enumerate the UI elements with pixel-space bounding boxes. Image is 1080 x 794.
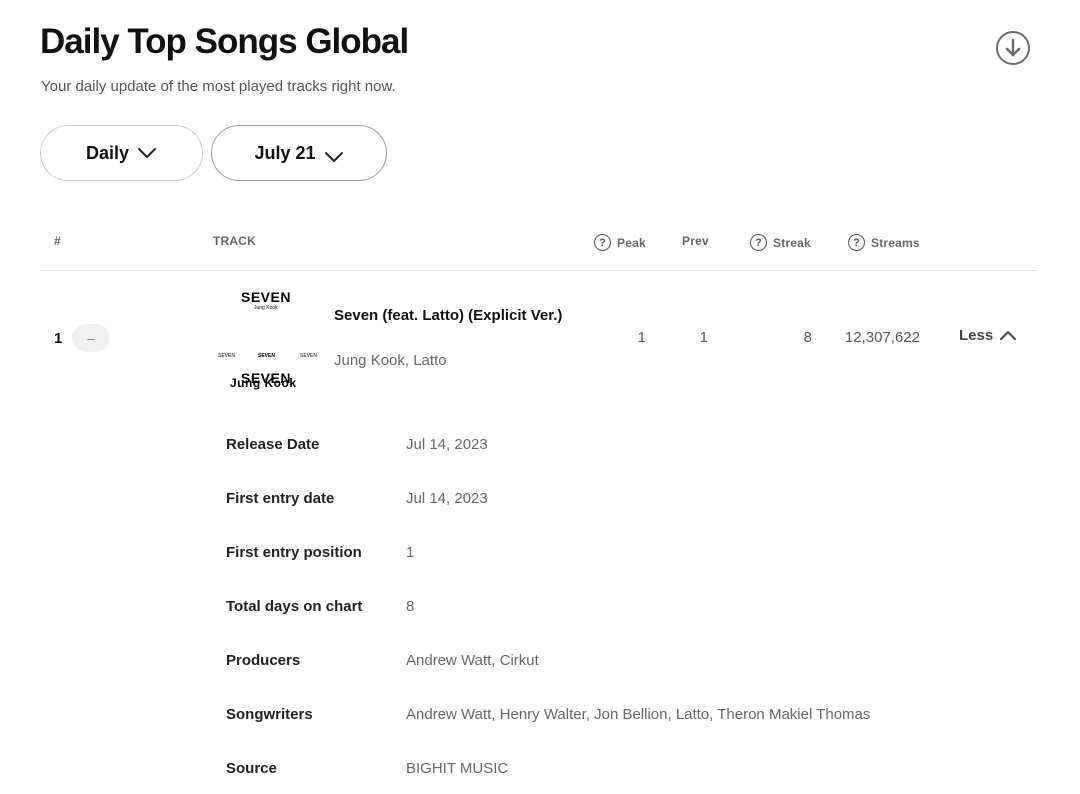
track-artists-link[interactable]: Jung Kook, Latto: [334, 352, 447, 369]
detail-value: Andrew Watt, Henry Walter, Jon Bellion, …: [406, 706, 871, 723]
date-dropdown[interactable]: July 21: [211, 125, 387, 181]
header-peak[interactable]: ? Peak: [594, 234, 646, 251]
streams-value: 12,307,622: [844, 329, 920, 346]
header-rank: #: [54, 234, 61, 248]
header-streams[interactable]: ? Streams: [848, 234, 920, 251]
detail-label: First entry position: [226, 544, 362, 561]
rank-number: 1: [54, 330, 63, 347]
header-divider: [40, 270, 1037, 271]
rank-change-badge: –: [72, 324, 110, 352]
detail-label: Source: [226, 760, 277, 777]
question-circle-icon[interactable]: ?: [848, 234, 865, 251]
detail-label: Total days on chart: [226, 598, 363, 615]
detail-label: First entry date: [226, 490, 335, 507]
detail-value: 1: [406, 544, 415, 561]
detail-value: BIGHIT MUSIC: [406, 760, 509, 777]
streak-value: 8: [803, 329, 812, 346]
date-dropdown-label: July 21: [254, 142, 316, 163]
chevron-down-icon: [324, 152, 343, 162]
detail-label: Songwriters: [226, 706, 313, 723]
page-title: Daily Top Songs Global: [40, 22, 409, 61]
detail-value: Jul 14, 2023: [406, 490, 488, 507]
header-track: TRACK: [213, 234, 256, 248]
download-button[interactable]: [996, 31, 1030, 65]
detail-label: Producers: [226, 652, 301, 669]
period-dropdown[interactable]: Daily: [40, 125, 203, 181]
question-circle-icon[interactable]: ?: [594, 234, 611, 251]
album-cover[interactable]: SEVEN Jung Kook SEVEN SEVEN SEVEN SEVEN …: [212, 284, 320, 392]
period-dropdown-label: Daily: [85, 142, 130, 163]
detail-value: Andrew Watt, Cirkut: [406, 652, 539, 669]
detail-value: Jul 14, 2023: [406, 436, 488, 453]
chart-page: Daily Top Songs Global Your daily update…: [0, 0, 1080, 794]
chevron-up-icon: [1000, 331, 1017, 340]
track-title-link[interactable]: Seven (feat. Latto) (Explicit Ver.): [334, 304, 564, 327]
detail-value: 8: [406, 598, 415, 615]
collapse-details-button[interactable]: Less: [959, 327, 1017, 344]
download-icon: [1005, 38, 1021, 57]
prev-value: 1: [699, 329, 708, 346]
page-subtitle: Your daily update of the most played tra…: [41, 78, 396, 95]
peak-value: 1: [637, 329, 646, 346]
header-streak[interactable]: ? Streak: [750, 234, 811, 251]
collapse-label: Less: [959, 327, 994, 344]
detail-label: Release Date: [226, 436, 320, 453]
question-circle-icon[interactable]: ?: [750, 234, 767, 251]
chevron-down-icon: [138, 148, 157, 158]
header-prev: Prev: [682, 234, 709, 248]
